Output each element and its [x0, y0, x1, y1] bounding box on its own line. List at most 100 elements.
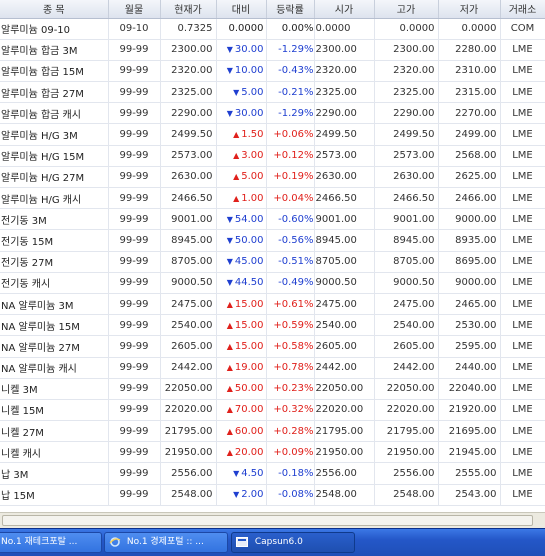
instrument-name: 전기동 캐시: [0, 272, 109, 294]
table-row[interactable]: 알루미늄 H/G 3M 99-99 2499.50 ▲ 1.50 +0.06% 2499.5…: [0, 123, 545, 146]
col-header-change[interactable]: 대비: [216, 0, 267, 19]
open-price: 2540.00: [314, 314, 375, 337]
table-row[interactable]: 니켈 3M 99-99 22050.00 ▲ 50.00 +0.23% 22050.00 22…: [0, 378, 545, 400]
contract-month: 99-99: [108, 208, 161, 231]
high-price: 22050.00: [374, 378, 439, 400]
table-row[interactable]: 알루미늄 합금 27M 99-99 2325.00 ▼ 5.00 -0.21% 2325.0…: [0, 81, 545, 104]
contract-month: 99-99: [108, 441, 161, 464]
change-cell: ▲ 60.00: [216, 420, 267, 443]
exchange: LME: [500, 399, 545, 422]
contract-month: 99-99: [108, 272, 161, 294]
change-percent: -0.08%: [266, 484, 315, 506]
change-cell: 0.0000: [216, 18, 267, 40]
instrument-name: 니켈 3M: [0, 378, 109, 400]
exchange: LME: [500, 378, 545, 400]
exchange: LME: [500, 420, 545, 443]
table-row[interactable]: 알루미늄 합금 3M 99-99 2300.00 ▼ 30.00 -1.29% 2300.0…: [0, 39, 545, 61]
taskbar-item-economy[interactable]: No.1 경제포털 :: ...: [104, 532, 228, 553]
high-price: 2475.00: [374, 293, 439, 316]
taskbar-item-label: No.1 재테크포탈 ...: [1, 537, 78, 547]
table-row[interactable]: NA 알루미늄 27M 99-99 2605.00 ▲ 15.00 +0.58% 2605.…: [0, 335, 545, 358]
change-cell: ▲ 1.50: [216, 123, 267, 146]
contract-month: 99-99: [108, 60, 161, 83]
high-price: 2605.00: [374, 335, 439, 358]
change-cell: ▼ 30.00: [216, 102, 267, 125]
up-arrow-icon: ▲: [233, 172, 240, 182]
table-row[interactable]: 전기동 캐시 99-99 9000.50 ▼ 44.50 -0.49% 9000.50 900…: [0, 272, 545, 294]
instrument-name: 전기동 27M: [0, 251, 109, 273]
up-arrow-icon: ▲: [226, 363, 233, 373]
open-price: 0.0000: [314, 18, 375, 40]
change-percent: +0.32%: [266, 399, 315, 422]
low-price: 2543.00: [438, 484, 501, 506]
change-value: 44.50: [234, 277, 264, 289]
instrument-name: 알루미늄 H/G 15M: [0, 145, 109, 167]
high-price: 2548.00: [374, 484, 439, 506]
high-price: 9000.50: [374, 272, 439, 294]
change-value: 4.50: [241, 468, 264, 480]
exchange: LME: [500, 251, 545, 273]
table-row[interactable]: 니켈 캐시 99-99 21950.00 ▲ 20.00 +0.09% 21950.00 21…: [0, 441, 545, 464]
table-row[interactable]: 납 3M 99-99 2556.00 ▼ 4.50 -0.18% 2556.00 2556.0…: [0, 462, 545, 485]
table-row[interactable]: 납 15M 99-99 2548.00 ▼ 2.00 -0.08% 2548.00 2548.…: [0, 484, 545, 506]
table-row[interactable]: 전기동 15M 99-99 8945.00 ▼ 50.00 -0.56% 8945.00 89…: [0, 229, 545, 252]
high-price: 2630.00: [374, 166, 439, 189]
down-arrow-icon: ▼: [226, 108, 233, 118]
col-header-exchange[interactable]: 거래소: [500, 0, 545, 19]
taskbar-item-portal[interactable]: No.1 재테크포탈 ...: [0, 532, 102, 553]
horizontal-scrollbar[interactable]: [0, 512, 545, 528]
instrument-name: 납 15M: [0, 484, 109, 506]
quote-table: 종 목 월물 현재가 대비 등락률 시가 고가 저가 거래소 알루미늄 09-1…: [0, 0, 545, 506]
header-row: 종 목 월물 현재가 대비 등락률 시가 고가 저가 거래소: [0, 0, 545, 19]
col-header-month[interactable]: 월물: [108, 0, 161, 19]
change-value: 5.00: [241, 86, 264, 98]
high-price: 8705.00: [374, 251, 439, 273]
scrollbar-thumb[interactable]: [2, 515, 533, 526]
high-price: 2442.00: [374, 357, 439, 379]
table-row[interactable]: 알루미늄 합금 캐시 99-99 2290.00 ▼ 30.00 -1.29% 2290.0…: [0, 102, 545, 125]
col-header-high[interactable]: 고가: [374, 0, 439, 19]
change-cell: ▼ 10.00: [216, 60, 267, 83]
low-price: 2568.00: [438, 145, 501, 167]
high-price: 2320.00: [374, 60, 439, 83]
change-cell: ▲ 15.00: [216, 314, 267, 337]
table-row[interactable]: 전기동 27M 99-99 8705.00 ▼ 45.00 -0.51% 8705.00 87…: [0, 251, 545, 273]
table-row[interactable]: 니켈 27M 99-99 21795.00 ▲ 60.00 +0.28% 21795.00 2…: [0, 420, 545, 443]
current-price: 21950.00: [160, 441, 217, 464]
change-cell: ▲ 19.00: [216, 357, 267, 379]
instrument-name: 알루미늄 09-10: [0, 18, 109, 40]
high-price: 2556.00: [374, 462, 439, 485]
table-row[interactable]: 알루미늄 H/G 15M 99-99 2573.00 ▲ 3.00 +0.12% 2573.…: [0, 145, 545, 167]
table-row[interactable]: NA 알루미늄 3M 99-99 2475.00 ▲ 15.00 +0.61% 2475.0…: [0, 293, 545, 316]
change-value: 15.00: [234, 319, 264, 331]
change-value: 50.00: [234, 234, 264, 246]
change-percent: -1.29%: [266, 102, 315, 125]
table-row[interactable]: NA 알루미늄 캐시 99-99 2442.00 ▲ 19.00 +0.78% 2442.0…: [0, 357, 545, 379]
table-row[interactable]: 알루미늄 H/G 캐시 99-99 2466.50 ▲ 1.00 +0.04% 2466.5…: [0, 187, 545, 210]
taskbar-item-label: Capsun6.0: [254, 537, 303, 547]
table-row[interactable]: 알루미늄 09-10 09-10 0.7325 0.0000 0.00% 0.0000 0.…: [0, 18, 545, 40]
col-header-pct[interactable]: 등락률: [266, 0, 315, 19]
change-value: 3.00: [241, 150, 264, 162]
table-row[interactable]: 알루미늄 H/G 27M 99-99 2630.00 ▲ 5.00 +0.19% 2630.…: [0, 166, 545, 189]
high-price: 2325.00: [374, 81, 439, 104]
change-cell: ▲ 3.00: [216, 145, 267, 167]
contract-month: 99-99: [108, 378, 161, 400]
col-header-low[interactable]: 저가: [438, 0, 501, 19]
change-cell: ▲ 1.00: [216, 187, 267, 210]
low-price: 21945.00: [438, 441, 501, 464]
table-row[interactable]: 전기동 3M 99-99 9001.00 ▼ 54.00 -0.60% 9001.00 900…: [0, 208, 545, 231]
open-price: 2499.50: [314, 123, 375, 146]
table-row[interactable]: 알루미늄 합금 15M 99-99 2320.00 ▼ 10.00 -0.43% 2320.…: [0, 60, 545, 83]
table-row[interactable]: 니켈 15M 99-99 22020.00 ▲ 70.00 +0.32% 22020.00 2…: [0, 399, 545, 422]
taskbar-item-capsun[interactable]: Capsun6.0: [231, 532, 355, 553]
col-header-open[interactable]: 시가: [314, 0, 375, 19]
col-header-price[interactable]: 현재가: [160, 0, 217, 19]
change-cell: ▲ 50.00: [216, 378, 267, 400]
change-percent: +0.58%: [266, 335, 315, 358]
exchange: COM: [500, 18, 545, 40]
col-header-name[interactable]: 종 목: [0, 0, 109, 19]
down-arrow-icon: ▼: [233, 469, 240, 479]
change-cell: ▼ 45.00: [216, 251, 267, 273]
table-row[interactable]: NA 알루미늄 15M 99-99 2540.00 ▲ 15.00 +0.59% 2540.…: [0, 314, 545, 337]
